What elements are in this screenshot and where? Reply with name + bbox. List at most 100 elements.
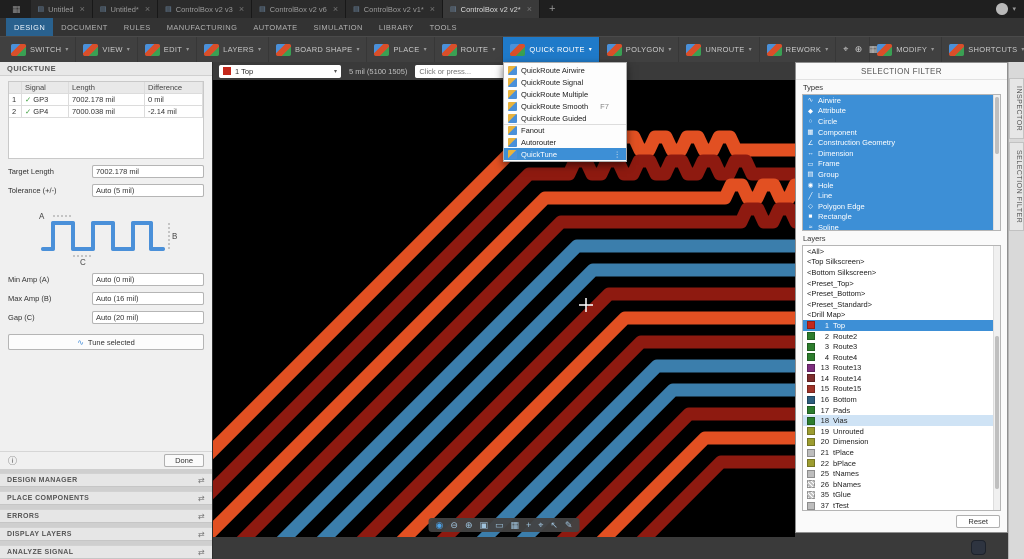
type-item[interactable]: ╱ Line — [803, 190, 1000, 201]
layer-preset-item[interactable]: <Drill Map> — [803, 310, 1000, 321]
panel-expand-icon[interactable]: ⇄ — [198, 476, 205, 485]
tab-close-icon[interactable]: × — [333, 4, 338, 14]
type-item[interactable]: ≈ Spline — [803, 222, 1000, 231]
document-tab[interactable]: ▤ ControlBox v2 v3 × — [158, 0, 252, 18]
type-item[interactable]: ◇ Polygon Edge — [803, 201, 1000, 212]
info-icon[interactable]: ⓘ — [8, 454, 17, 467]
field-input[interactable] — [92, 184, 204, 197]
signal-cell[interactable]: ✓GP3 — [22, 94, 69, 106]
document-tab[interactable]: ▤ Untitled × — [31, 0, 93, 18]
layer-item[interactable]: 21 tPlace — [803, 447, 1000, 458]
field-input[interactable] — [92, 165, 204, 178]
toolbar-group[interactable]: ROUTE ▾ — [435, 37, 504, 62]
layer-item[interactable]: 2 Route2 — [803, 331, 1000, 342]
layer-item[interactable]: 13 Route13 — [803, 362, 1000, 373]
layer-item[interactable]: 37 tTest — [803, 500, 1000, 511]
layer-preset-item[interactable]: <Preset_Standard> — [803, 299, 1000, 310]
type-item[interactable]: ■ Rectangle — [803, 212, 1000, 223]
menu-item[interactable]: MANUFACTURING — [159, 18, 246, 36]
reset-button[interactable]: Reset — [956, 515, 1000, 528]
menu-item[interactable]: LIBRARY — [371, 18, 422, 36]
layer-preset-item[interactable]: <Preset_Bottom> — [803, 288, 1000, 299]
document-tab[interactable]: ▤ ControlBox v2 v2* × — [443, 0, 540, 18]
quickroute-menu-item[interactable]: QuickRoute Guided — [504, 112, 626, 124]
type-item[interactable]: ▤ Group — [803, 169, 1000, 180]
new-tab-button[interactable]: + — [540, 0, 564, 18]
tune-selected-button[interactable]: ∿ Tune selected — [8, 334, 204, 350]
toolbar-group[interactable]: VIEW ▾ — [76, 37, 137, 62]
quickroute-menu-item[interactable]: QuickRoute Smooth F7 — [504, 100, 626, 112]
quickroute-menu-item[interactable]: QuickRoute Multiple — [504, 88, 626, 100]
scrollbar-thumb[interactable] — [995, 97, 999, 154]
avatar-caret-icon[interactable]: ▾ — [1008, 5, 1024, 13]
quickroute-menu-item[interactable]: Fanout — [504, 124, 626, 136]
layer-item[interactable]: 25 tNames — [803, 468, 1000, 479]
quickroute-menu-item[interactable]: QuickTune ⋮ — [504, 148, 626, 160]
layer-item[interactable]: 35 tGlue — [803, 490, 1000, 501]
toolbar-group[interactable]: POLYGON ▾ — [600, 37, 680, 62]
type-item[interactable]: ↔ Dimension — [803, 148, 1000, 159]
user-avatar[interactable] — [996, 3, 1008, 15]
toolbar-group[interactable]: UNROUTE ▾ — [679, 37, 759, 62]
toolbar-group[interactable]: SHORTCUTS ▾ — [942, 37, 1024, 62]
menu-item[interactable]: TOOLS — [422, 18, 465, 36]
nav-icon[interactable]: ⌖ — [538, 520, 543, 530]
type-item[interactable]: ◆ Attribute — [803, 106, 1000, 117]
tab-close-icon[interactable]: × — [80, 4, 85, 14]
layer-item[interactable]: 15 Route15 — [803, 384, 1000, 395]
collapsed-panel-bar[interactable]: ANALYZE SIGNAL ⇄ — [0, 545, 212, 559]
layer-item[interactable]: 20 Dimension — [803, 437, 1000, 448]
layer-preset-item[interactable]: <Preset_Top> — [803, 278, 1000, 289]
tab-close-icon[interactable]: × — [145, 4, 150, 14]
menu-item[interactable]: AUTOMATE — [245, 18, 305, 36]
scrollbar[interactable] — [993, 95, 1000, 230]
collapsed-panel-bar[interactable]: DISPLAY LAYERS ⇄ — [0, 527, 212, 541]
layer-item[interactable]: 1 Top — [803, 320, 1000, 331]
nav-icon[interactable]: ▦ — [511, 520, 520, 530]
tab-close-icon[interactable]: × — [430, 4, 435, 14]
toolbar-group[interactable]: EDIT ▾ — [138, 37, 197, 62]
app-grid-icon[interactable]: ▦ — [0, 0, 31, 18]
type-item[interactable]: ∠ Construction Geometry — [803, 137, 1000, 148]
menu-item-more-icon[interactable]: ⋮ — [614, 150, 622, 159]
document-tab[interactable]: ▤ ControlBox v2 v1* × — [346, 0, 443, 18]
document-tab[interactable]: ▤ Untitled* × — [93, 0, 158, 18]
layer-item[interactable]: 16 Bottom — [803, 394, 1000, 405]
menu-item[interactable]: RULES — [116, 18, 159, 36]
toolbar-group[interactable]: MODIFY ▾ — [870, 37, 942, 62]
nav-icon[interactable]: ▭ — [495, 520, 504, 530]
field-input[interactable] — [92, 292, 204, 305]
collapsed-panel-bar[interactable]: ERRORS ⇄ — [0, 509, 212, 523]
panel-expand-icon[interactable]: ⇄ — [198, 512, 205, 521]
layer-preset-item[interactable]: <Bottom Silkscreen> — [803, 267, 1000, 278]
field-input[interactable] — [92, 311, 204, 324]
nav-icon[interactable]: ✎ — [565, 520, 573, 530]
signal-cell[interactable]: ✓GP4 — [22, 106, 69, 118]
side-tab[interactable]: INSPECTOR — [1009, 78, 1024, 139]
menu-item[interactable]: SIMULATION — [306, 18, 371, 36]
scrollbar-thumb[interactable] — [995, 336, 999, 489]
toolbar-group[interactable]: QUICK ROUTE ▾ — [503, 37, 599, 62]
done-button[interactable]: Done — [164, 454, 204, 467]
panel-expand-icon[interactable]: ⇄ — [198, 494, 205, 503]
layer-preset-item[interactable]: <Top Silkscreen> — [803, 257, 1000, 268]
layer-selector[interactable]: 1 Top ▾ — [219, 65, 341, 78]
layer-item[interactable]: 17 Pads — [803, 405, 1000, 416]
layer-preset-item[interactable]: <All> — [803, 246, 1000, 257]
toolbar-group[interactable]: PLACE ▾ — [367, 37, 434, 62]
toolbar-group[interactable]: LAYERS ▾ — [197, 37, 269, 62]
quickroute-menu-item[interactable]: Autorouter — [504, 136, 626, 148]
quickroute-menu-item[interactable]: QuickRoute Signal — [504, 76, 626, 88]
quickroute-menu-item[interactable]: QuickRoute Airwire — [504, 64, 626, 76]
panel-expand-icon[interactable]: ⇄ — [198, 530, 205, 539]
type-item[interactable]: ○ Circle — [803, 116, 1000, 127]
nav-icon[interactable]: ⊕ — [465, 520, 473, 530]
layer-item[interactable]: 14 Route14 — [803, 373, 1000, 384]
layer-item[interactable]: 19 Unrouted — [803, 426, 1000, 437]
layer-item[interactable]: 3 Route3 — [803, 341, 1000, 352]
layer-item[interactable]: 26 bNames — [803, 479, 1000, 490]
type-item[interactable]: ∿ Airwire — [803, 95, 1000, 106]
toolbar-group[interactable]: REWORK ▾ — [760, 37, 837, 62]
menu-item[interactable]: DESIGN — [6, 18, 53, 36]
nav-icon[interactable]: ⊖ — [450, 520, 458, 530]
